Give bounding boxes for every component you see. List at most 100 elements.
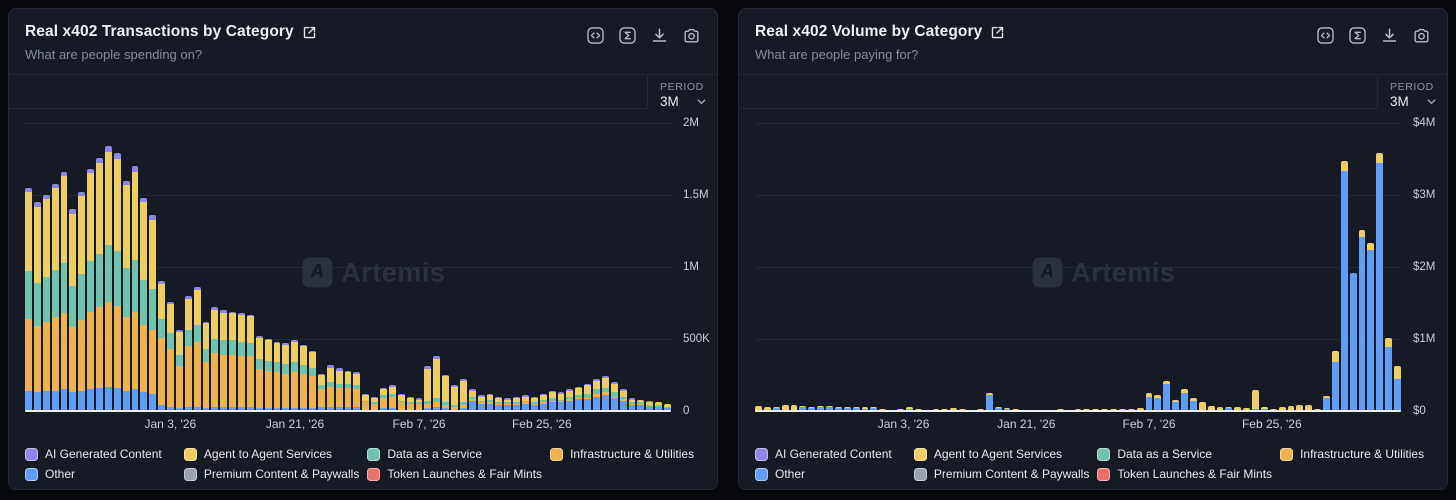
bar[interactable] xyxy=(229,312,236,411)
bar[interactable] xyxy=(398,394,405,411)
bar[interactable] xyxy=(105,146,112,411)
bar[interactable] xyxy=(1359,230,1366,411)
bar[interactable] xyxy=(389,385,396,411)
embed-code-button[interactable] xyxy=(586,26,605,45)
bar[interactable] xyxy=(424,366,431,411)
embed-code-button[interactable] xyxy=(1316,26,1335,45)
legend-item-premium[interactable]: Premium Content & Paywalls xyxy=(914,467,1089,481)
bar[interactable] xyxy=(575,387,582,411)
bar[interactable] xyxy=(185,296,192,411)
bar[interactable] xyxy=(1154,395,1161,411)
bar[interactable] xyxy=(986,393,993,411)
bar[interactable] xyxy=(549,391,556,411)
legend-item-infra[interactable]: Infrastructure & Utilities xyxy=(1280,447,1431,461)
bar[interactable] xyxy=(61,172,68,411)
bar[interactable] xyxy=(531,397,538,411)
bar[interactable] xyxy=(140,198,147,411)
bar[interactable] xyxy=(194,287,201,411)
bar[interactable] xyxy=(220,310,227,411)
bar[interactable] xyxy=(309,351,316,411)
download-button[interactable] xyxy=(1380,26,1399,45)
bar[interactable] xyxy=(52,184,59,412)
legend-item-token[interactable]: Token Launches & Fair Mints xyxy=(1097,467,1272,481)
legend-item-data[interactable]: Data as a Service xyxy=(367,447,542,461)
bar[interactable] xyxy=(1252,390,1259,411)
bar[interactable] xyxy=(167,302,174,411)
bar[interactable] xyxy=(114,153,121,411)
snapshot-button[interactable] xyxy=(1412,26,1431,45)
bar[interactable] xyxy=(540,394,547,411)
download-button[interactable] xyxy=(650,26,669,45)
bar[interactable] xyxy=(1323,396,1330,411)
bar[interactable] xyxy=(87,169,94,411)
legend-item-agent[interactable]: Agent to Agent Services xyxy=(184,447,359,461)
bar[interactable] xyxy=(593,379,600,411)
bar[interactable] xyxy=(238,313,245,411)
bar[interactable] xyxy=(495,397,502,411)
bar[interactable] xyxy=(1350,273,1357,411)
bar[interactable] xyxy=(274,342,281,411)
bar[interactable] xyxy=(336,368,343,411)
bar[interactable] xyxy=(380,388,387,411)
bar[interactable] xyxy=(566,389,573,411)
bar[interactable] xyxy=(522,395,529,411)
summary-button[interactable] xyxy=(1348,26,1367,45)
bar[interactable] xyxy=(265,339,272,411)
legend-item-ai[interactable]: AI Generated Content xyxy=(755,447,906,461)
bar[interactable] xyxy=(513,397,520,411)
bar[interactable] xyxy=(318,374,325,411)
bar[interactable] xyxy=(43,195,50,411)
bar[interactable] xyxy=(407,397,414,411)
external-link-icon[interactable] xyxy=(990,25,1005,40)
bar[interactable] xyxy=(1332,351,1339,411)
bar[interactable] xyxy=(1385,338,1392,411)
bar[interactable] xyxy=(203,322,210,411)
bar[interactable] xyxy=(176,330,183,411)
bar[interactable] xyxy=(291,340,298,411)
bar[interactable] xyxy=(602,376,609,411)
bar[interactable] xyxy=(611,382,618,411)
snapshot-button[interactable] xyxy=(682,26,701,45)
bar[interactable] xyxy=(433,356,440,411)
bar[interactable] xyxy=(25,188,32,411)
summary-button[interactable] xyxy=(618,26,637,45)
bar[interactable] xyxy=(1376,153,1383,411)
bar[interactable] xyxy=(371,397,378,411)
bar[interactable] xyxy=(451,385,458,411)
period-selector[interactable]: PERIOD 3M xyxy=(647,75,717,109)
bar[interactable] xyxy=(620,389,627,411)
bar[interactable] xyxy=(78,192,85,411)
bar[interactable] xyxy=(211,307,218,411)
legend-item-infra[interactable]: Infrastructure & Utilities xyxy=(550,447,701,461)
legend-item-token[interactable]: Token Launches & Fair Mints xyxy=(367,467,542,481)
bar[interactable] xyxy=(1367,243,1374,411)
bar[interactable] xyxy=(282,343,289,411)
bar[interactable] xyxy=(158,281,165,411)
legend-item-other[interactable]: Other xyxy=(25,467,176,481)
bar[interactable] xyxy=(460,379,467,411)
bar[interactable] xyxy=(442,375,449,411)
bar[interactable] xyxy=(353,372,360,411)
bar[interactable] xyxy=(34,202,41,411)
bar[interactable] xyxy=(1394,366,1401,411)
bar[interactable] xyxy=(469,389,476,411)
bar[interactable] xyxy=(256,336,263,411)
bar[interactable] xyxy=(487,394,494,411)
bar[interactable] xyxy=(1181,389,1188,411)
bar[interactable] xyxy=(558,392,565,411)
bar[interactable] xyxy=(300,345,307,411)
bar[interactable] xyxy=(584,384,591,411)
bar[interactable] xyxy=(1341,161,1348,411)
bar[interactable] xyxy=(123,181,130,411)
legend-item-agent[interactable]: Agent to Agent Services xyxy=(914,447,1089,461)
legend-item-data[interactable]: Data as a Service xyxy=(1097,447,1272,461)
bar[interactable] xyxy=(345,371,352,411)
bar[interactable] xyxy=(132,166,139,411)
legend-item-other[interactable]: Other xyxy=(755,467,906,481)
legend-item-ai[interactable]: AI Generated Content xyxy=(25,447,176,461)
bar[interactable] xyxy=(362,394,369,411)
bar[interactable] xyxy=(69,209,76,411)
bar[interactable] xyxy=(1146,393,1153,411)
bar[interactable] xyxy=(1163,381,1170,411)
bar[interactable] xyxy=(149,215,156,411)
